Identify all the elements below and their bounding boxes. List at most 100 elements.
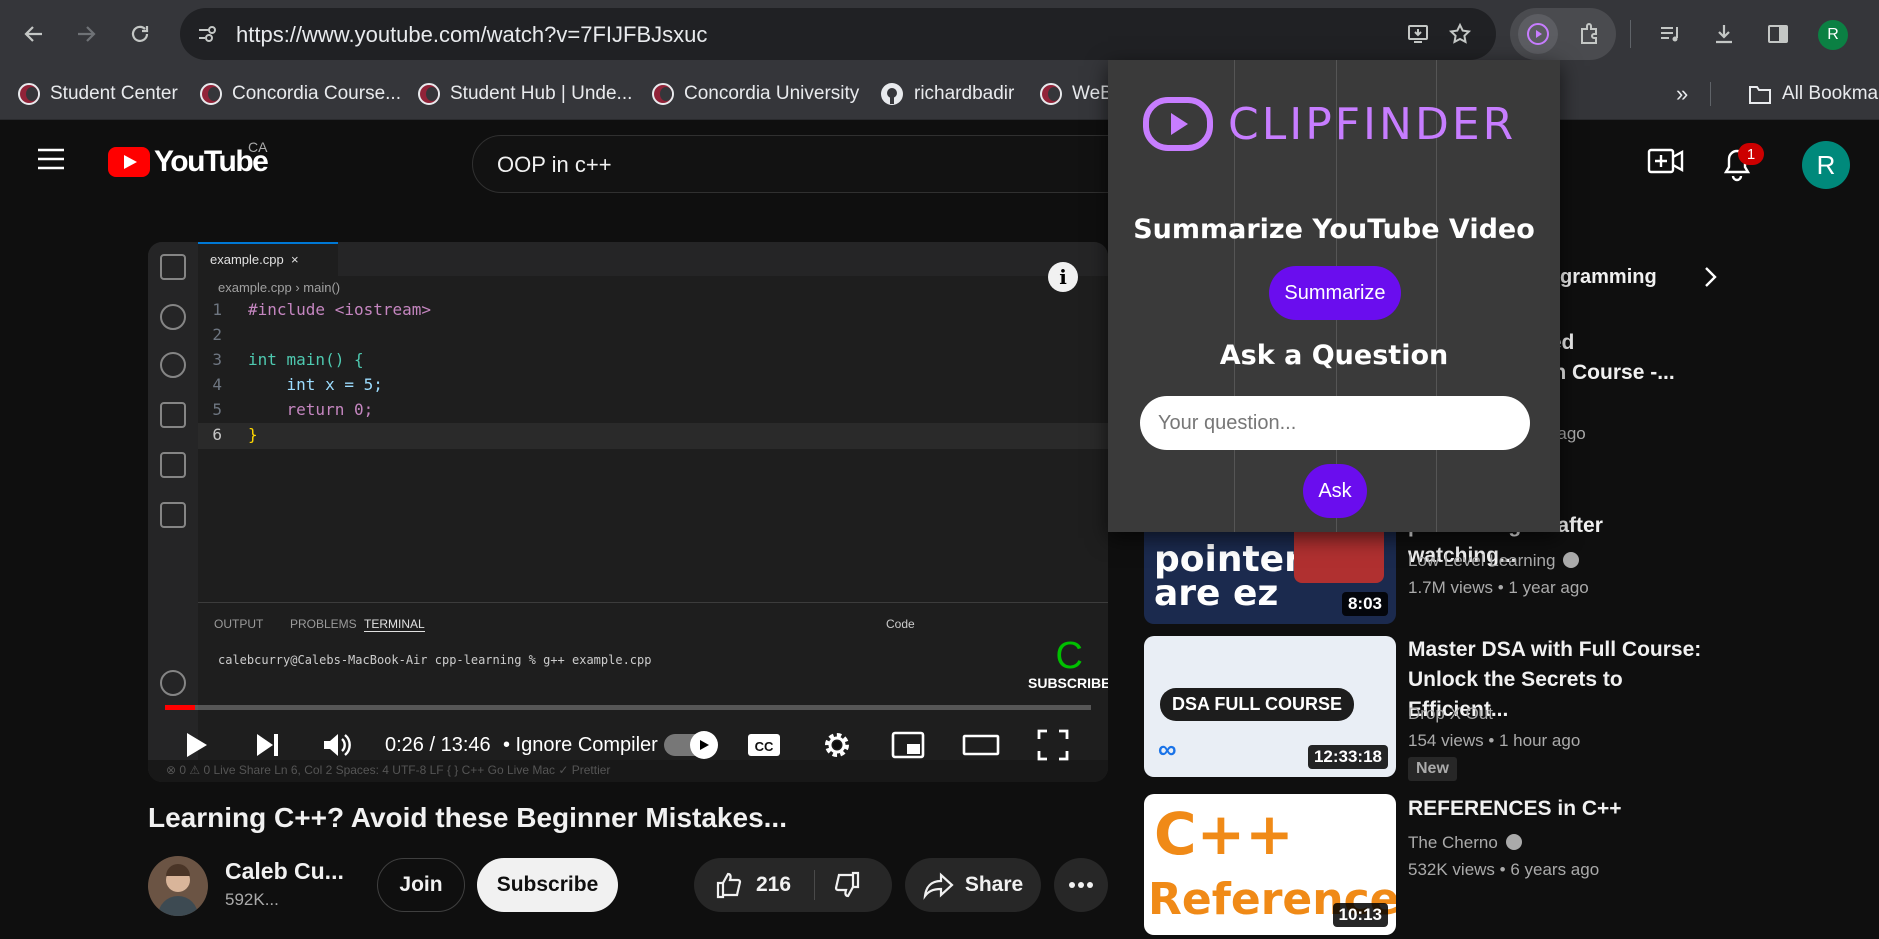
bookmark-star-button[interactable] (1440, 14, 1480, 54)
youtube-logo-icon[interactable] (108, 147, 150, 177)
time-display: 0:26 / 13:46 (385, 734, 491, 756)
bookmark-web[interactable]: WeB (1040, 80, 1113, 108)
like-dislike-group: 216 (694, 858, 892, 912)
extensions-button[interactable] (1570, 14, 1610, 54)
terminal-icon (160, 502, 186, 528)
like-button[interactable]: 216 (714, 870, 791, 900)
clipfinder-logo-icon (1143, 97, 1213, 151)
youtube-account-avatar[interactable]: R (1802, 141, 1850, 189)
clipfinder-logo: CLIPFINDER (1142, 96, 1516, 152)
bookmark-student-hub[interactable]: Student Hub | Unde... (418, 80, 632, 108)
bookmark-concordia-university[interactable]: Concordia University (652, 80, 859, 108)
settings-button[interactable] (820, 728, 854, 762)
volume-button[interactable] (320, 728, 354, 762)
search-icon (160, 304, 186, 330)
concordia-logo-icon (1040, 83, 1062, 105)
rec-thumbnail-4[interactable]: C++ References 10:13 (1144, 794, 1396, 935)
dislike-button[interactable] (832, 870, 862, 900)
autoplay-toggle[interactable] (664, 731, 718, 759)
clipfinder-play-icon (1527, 23, 1549, 45)
tab-example-cpp: example.cpp × (198, 242, 338, 276)
thumbs-down-icon (834, 871, 860, 898)
fullscreen-icon (1037, 729, 1069, 761)
chips-next-chevron-icon[interactable] (1695, 262, 1725, 292)
install-app-button[interactable] (1398, 14, 1438, 54)
rec-channel-2[interactable]: Low Level Learning (1408, 551, 1580, 571)
fullscreen-button[interactable] (1036, 728, 1070, 762)
back-arrow-icon (24, 26, 42, 42)
summarize-button[interactable]: Summarize (1269, 266, 1401, 320)
svg-text:CC: CC (755, 739, 774, 754)
rec-views-2: 1.7M views • 1 year ago (1408, 578, 1589, 597)
duration-badge: 10:13 (1332, 903, 1388, 927)
bookmark-student-center[interactable]: Student Center (18, 80, 178, 108)
explorer-icon (160, 254, 186, 280)
subscribe-overlay: C SUBSCRIBE (1028, 637, 1108, 691)
create-button[interactable] (1646, 143, 1686, 179)
hamburger-menu-icon[interactable] (36, 147, 66, 171)
toolbar-divider (1630, 20, 1631, 48)
next-button[interactable] (252, 728, 282, 762)
rec-channel-3[interactable]: Drop X Out (1408, 704, 1493, 724)
video-player[interactable]: example.cpp × example.cpp › main() 1 #inc… (148, 242, 1108, 782)
address-bar[interactable]: https://www.youtube.com/watch?v=7FIJFBJs… (180, 8, 1496, 60)
more-actions-button[interactable] (1054, 858, 1108, 912)
side-panel-button[interactable] (1758, 14, 1798, 54)
bookmark-richardbadir[interactable]: richardbadir (880, 80, 1014, 108)
question-input[interactable] (1140, 396, 1530, 450)
play-button[interactable] (178, 728, 212, 762)
thumb-text-4a: C++ (1154, 800, 1294, 868)
code-line: 5 return 0; (212, 400, 374, 419)
ask-button[interactable]: Ask (1303, 464, 1367, 518)
captions-button[interactable]: CC (746, 728, 782, 762)
play-icon (187, 733, 207, 757)
folder-icon (1749, 86, 1771, 104)
code-line: 2 (212, 325, 222, 344)
panel-tab-problems: PROBLEMS (290, 617, 357, 631)
theater-mode-button[interactable] (962, 728, 1000, 762)
progress-played (165, 705, 195, 710)
rec-title-4[interactable]: REFERENCES in C++ (1408, 794, 1708, 824)
forward-button[interactable] (66, 14, 106, 54)
clipfinder-extension-button[interactable] (1518, 14, 1558, 54)
like-count: 216 (756, 873, 792, 896)
channel-avatar[interactable] (148, 856, 208, 916)
code-line: 3 int main() { (212, 350, 364, 369)
rec-thumbnail-3[interactable]: DSA FULL COURSE ∞ 12:33:18 (1144, 636, 1396, 777)
puzzle-icon (1581, 23, 1597, 44)
gear-icon (825, 733, 849, 757)
rec-title-1[interactable]: nted ash Course -... (1530, 328, 1830, 388)
info-card-icon[interactable]: i (1048, 262, 1078, 292)
downloads-button[interactable] (1704, 14, 1744, 54)
share-button[interactable]: Share (905, 858, 1041, 912)
reload-button[interactable] (120, 14, 160, 54)
install-icon (1408, 25, 1428, 43)
search-box[interactable]: OOP in c++ (472, 135, 1122, 193)
browser-profile-avatar[interactable]: R (1818, 20, 1848, 50)
code-editor: 1 #include <iostream> 2 3 int main() { 4 i… (208, 300, 431, 450)
media-control-button[interactable] (1650, 14, 1690, 54)
chapter-title[interactable]: • Ignore Compiler (503, 734, 658, 757)
source-control-icon (160, 352, 186, 378)
video-progress-bar[interactable] (165, 705, 1091, 710)
channel-name[interactable]: Caleb Cu... (225, 858, 344, 885)
concordia-logo-icon (652, 83, 674, 105)
ask-heading: Ask a Question (1219, 340, 1449, 371)
bookmark-concordia-course[interactable]: Concordia Course... (200, 80, 401, 108)
miniplayer-button[interactable] (890, 728, 926, 762)
reload-icon (131, 25, 149, 42)
back-button[interactable] (14, 14, 54, 54)
rec-channel-4[interactable]: The Cherno (1408, 833, 1522, 853)
code-line: 6} (212, 425, 258, 444)
join-button[interactable]: Join (377, 858, 465, 912)
concordia-logo-icon (18, 83, 40, 105)
search-input[interactable]: OOP in c++ (497, 152, 612, 178)
bookmarks-divider (1710, 82, 1711, 106)
terminal-kind: Code (886, 617, 915, 631)
more-bookmarks-chevron-icon[interactable]: » (1676, 80, 1688, 108)
subscribe-button[interactable]: Subscribe (477, 858, 618, 912)
side-panel-icon (1768, 25, 1788, 43)
all-bookmarks-folder[interactable]: All Bookmarks (1748, 80, 1879, 108)
star-icon (1448, 22, 1472, 44)
forward-arrow-icon (78, 26, 96, 42)
